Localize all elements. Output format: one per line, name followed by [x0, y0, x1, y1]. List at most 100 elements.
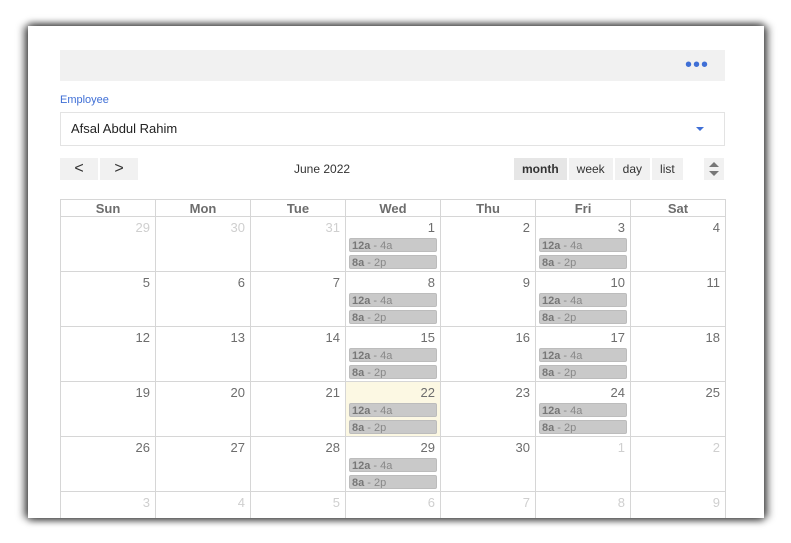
day-number[interactable]: 19: [136, 385, 150, 400]
day-cell[interactable]: 29: [61, 217, 156, 272]
view-day-button[interactable]: day: [614, 158, 651, 180]
day-cell[interactable]: 23: [441, 382, 536, 437]
day-number[interactable]: 9: [523, 275, 530, 290]
day-cell[interactable]: 12: [61, 327, 156, 382]
day-cell[interactable]: 25: [631, 382, 726, 437]
day-number[interactable]: 11: [707, 275, 721, 290]
day-number[interactable]: 2: [523, 220, 530, 235]
arrow-down-icon[interactable]: [709, 171, 719, 176]
day-number[interactable]: 5: [333, 495, 340, 510]
day-number[interactable]: 29: [136, 220, 150, 235]
day-cell[interactable]: 3: [61, 492, 156, 518]
shift-event[interactable]: 8a - 2p: [539, 310, 627, 324]
shift-event[interactable]: 12a - 4a: [539, 238, 627, 252]
day-cell[interactable]: 18: [631, 327, 726, 382]
day-number[interactable]: 8: [618, 495, 625, 510]
day-number[interactable]: 17: [611, 330, 625, 345]
shift-event[interactable]: 8a - 2p: [349, 420, 437, 434]
day-number[interactable]: 6: [428, 495, 435, 510]
shift-event[interactable]: 8a - 2p: [349, 255, 437, 269]
day-cell-today[interactable]: 22 12a - 4a 8a - 2p: [346, 382, 441, 437]
shift-event[interactable]: 12a - 4a: [349, 293, 437, 307]
shift-event[interactable]: 12a - 4a: [539, 348, 627, 362]
shift-event[interactable]: 8a - 2p: [539, 255, 627, 269]
day-cell[interactable]: 9: [631, 492, 726, 518]
day-cell[interactable]: 5: [61, 272, 156, 327]
day-cell[interactable]: 11: [631, 272, 726, 327]
day-cell[interactable]: 30: [441, 437, 536, 492]
day-cell[interactable]: 9: [441, 272, 536, 327]
view-week-button[interactable]: week: [568, 158, 613, 180]
day-number[interactable]: 6: [238, 275, 245, 290]
day-cell[interactable]: 27: [156, 437, 251, 492]
day-number[interactable]: 8: [428, 275, 435, 290]
shift-event[interactable]: 12a - 4a: [349, 458, 437, 472]
day-number[interactable]: 5: [143, 275, 150, 290]
day-cell[interactable]: 19: [61, 382, 156, 437]
day-number[interactable]: 24: [611, 385, 625, 400]
day-number[interactable]: 14: [326, 330, 340, 345]
shift-event[interactable]: 12a - 4a: [349, 238, 437, 252]
day-number[interactable]: 10: [611, 275, 625, 290]
day-number[interactable]: 1: [618, 440, 625, 455]
more-options-icon[interactable]: •••: [685, 55, 709, 75]
day-cell[interactable]: 3 12a - 4a 8a - 2p: [536, 217, 631, 272]
day-cell[interactable]: 6: [156, 272, 251, 327]
day-cell[interactable]: 26: [61, 437, 156, 492]
day-cell[interactable]: 7: [251, 272, 346, 327]
shift-event[interactable]: 8a - 2p: [539, 365, 627, 379]
day-cell[interactable]: 31: [251, 217, 346, 272]
day-number[interactable]: 25: [706, 385, 720, 400]
day-number[interactable]: 28: [326, 440, 340, 455]
day-cell[interactable]: 28: [251, 437, 346, 492]
day-number[interactable]: 27: [231, 440, 245, 455]
day-number[interactable]: 1: [428, 220, 435, 235]
day-number[interactable]: 15: [421, 330, 435, 345]
employee-select[interactable]: Afsal Abdul Rahim: [60, 112, 725, 146]
day-cell[interactable]: 17 12a - 4a 8a - 2p: [536, 327, 631, 382]
day-number[interactable]: 3: [618, 220, 625, 235]
day-number[interactable]: 23: [516, 385, 530, 400]
day-number[interactable]: 16: [516, 330, 530, 345]
shift-event[interactable]: 12a - 4a: [539, 403, 627, 417]
day-cell[interactable]: 16: [441, 327, 536, 382]
shift-event[interactable]: 8a - 2p: [539, 420, 627, 434]
shift-event[interactable]: 8a - 2p: [349, 310, 437, 324]
scroll-stepper[interactable]: [704, 158, 724, 180]
day-cell[interactable]: 20: [156, 382, 251, 437]
day-cell[interactable]: 8: [536, 492, 631, 518]
day-cell[interactable]: 13: [156, 327, 251, 382]
day-cell[interactable]: 2: [441, 217, 536, 272]
view-month-button[interactable]: month: [514, 158, 567, 180]
next-month-button[interactable]: >: [100, 158, 138, 180]
day-number[interactable]: 13: [231, 330, 245, 345]
day-cell[interactable]: 4: [631, 217, 726, 272]
day-number[interactable]: 21: [326, 385, 340, 400]
day-cell[interactable]: 8 12a - 4a 8a - 2p: [346, 272, 441, 327]
day-cell[interactable]: 1 12a - 4a 8a - 2p: [346, 217, 441, 272]
day-number[interactable]: 30: [516, 440, 530, 455]
day-cell[interactable]: 7: [441, 492, 536, 518]
day-number[interactable]: 2: [713, 440, 720, 455]
view-list-button[interactable]: list: [652, 158, 683, 180]
day-number[interactable]: 7: [523, 495, 530, 510]
arrow-up-icon[interactable]: [709, 162, 719, 167]
day-cell[interactable]: 6: [346, 492, 441, 518]
day-cell[interactable]: 24 12a - 4a 8a - 2p: [536, 382, 631, 437]
day-number[interactable]: 29: [421, 440, 435, 455]
day-number[interactable]: 7: [333, 275, 340, 290]
day-number[interactable]: 20: [231, 385, 245, 400]
day-cell[interactable]: 29 12a - 4a 8a - 2p: [346, 437, 441, 492]
day-number[interactable]: 22: [421, 385, 435, 400]
day-number[interactable]: 4: [238, 495, 245, 510]
day-cell[interactable]: 30: [156, 217, 251, 272]
day-cell[interactable]: 14: [251, 327, 346, 382]
day-cell[interactable]: 21: [251, 382, 346, 437]
shift-event[interactable]: 12a - 4a: [349, 348, 437, 362]
day-number[interactable]: 31: [326, 220, 340, 235]
day-cell[interactable]: 5: [251, 492, 346, 518]
day-number[interactable]: 3: [143, 495, 150, 510]
day-cell[interactable]: 1: [536, 437, 631, 492]
day-cell[interactable]: 15 12a - 4a 8a - 2p: [346, 327, 441, 382]
day-cell[interactable]: 2: [631, 437, 726, 492]
